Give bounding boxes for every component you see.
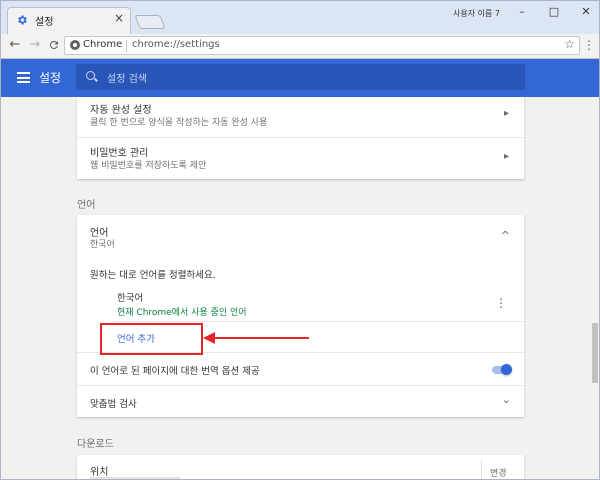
language-status: 현재 Chrome에서 사용 중인 언어 xyxy=(117,308,247,318)
spellcheck-row[interactable]: 맞춤법 검사 ⌄ xyxy=(77,386,524,417)
search-icon xyxy=(86,71,95,80)
bookmark-star-icon[interactable]: ☆ xyxy=(564,37,575,51)
row-title: 자동 완성 설정 xyxy=(90,105,152,116)
translate-offer-row: 이 언어로 된 페이지에 대한 번역 옵션 제공 xyxy=(77,353,524,385)
back-arrow-icon[interactable]: ← xyxy=(7,37,23,53)
tab-strip: 설정 × 사용자 이름 7 – □ ✕ xyxy=(1,1,599,34)
chrome-page-icon xyxy=(70,40,80,50)
chevron-up-icon[interactable]: ^ xyxy=(501,229,510,242)
search-placeholder: 설정 검색 xyxy=(107,74,147,85)
password-manage-row[interactable]: 비밀번호 관리 웹 비밀번호를 저장하도록 제안 ▸ xyxy=(77,138,524,179)
tab-close-icon[interactable]: × xyxy=(114,11,124,25)
language-order-hint: 원하는 대로 언어를 정렬하세요. xyxy=(90,270,216,281)
chevron-right-icon: ▸ xyxy=(503,151,509,162)
row-subtitle: 웹 비밀번호를 저장하도록 제안 xyxy=(90,161,207,171)
languages-current: 한국어 xyxy=(90,240,115,250)
language-item-korean: 한국어 현재 Chrome에서 사용 중인 언어 ⋮ xyxy=(77,287,524,321)
address-bar[interactable]: Chrome chrome://settings ☆ xyxy=(64,36,580,55)
more-actions-icon[interactable]: ⋮ xyxy=(495,297,507,309)
divider xyxy=(113,321,524,322)
address-chip: Chrome xyxy=(83,39,123,50)
change-location-button[interactable]: 변경 xyxy=(490,466,507,479)
languages-header-row[interactable]: 언어 한국어 ^ xyxy=(77,215,524,257)
tab-settings[interactable]: 설정 × xyxy=(7,7,131,34)
language-name: 한국어 xyxy=(117,293,144,304)
hamburger-menu-icon[interactable] xyxy=(17,72,30,83)
close-window-button[interactable]: ✕ xyxy=(571,3,599,21)
address-url[interactable]: chrome://settings xyxy=(132,39,220,50)
chevron-down-icon[interactable]: ⌄ xyxy=(502,393,511,406)
row-title: 비밀번호 관리 xyxy=(90,148,149,159)
annotation-arrow-line xyxy=(208,337,309,339)
row-subtitle: 클릭 한 번으로 양식을 작성하는 자동 완성 사용 xyxy=(90,118,268,128)
languages-card: 언어 한국어 ^ 원하는 대로 언어를 정렬하세요. 한국어 현재 Chrome… xyxy=(77,215,524,417)
settings-header: 설정 설정 검색 xyxy=(1,59,599,97)
section-label-languages: 언어 xyxy=(77,200,96,211)
browser-toolbar: ← → Chrome chrome://settings ☆ ⋮ xyxy=(1,34,599,59)
settings-search-input[interactable]: 설정 검색 xyxy=(76,64,525,90)
page-scrollbar[interactable] xyxy=(591,97,599,479)
new-tab-button[interactable] xyxy=(134,15,166,29)
address-separator xyxy=(126,40,127,52)
browser-menu-icon[interactable]: ⋮ xyxy=(583,37,595,53)
settings-content: 자동 완성 설정 클릭 한 번으로 양식을 작성하는 자동 완성 사용 ▸ 비밀… xyxy=(1,97,599,479)
toggle-knob[interactable] xyxy=(501,364,512,375)
divider xyxy=(481,460,482,479)
chevron-right-icon: ▸ xyxy=(503,108,509,119)
maximize-button[interactable]: □ xyxy=(539,3,569,21)
autofill-settings-row[interactable]: 자동 완성 설정 클릭 한 번으로 양식을 작성하는 자동 완성 사용 ▸ xyxy=(77,97,524,137)
page-title: 설정 xyxy=(39,71,62,85)
minimize-button[interactable]: – xyxy=(507,3,537,21)
download-location-title: 위치 xyxy=(90,467,109,478)
translate-offer-label: 이 언어로 된 페이지에 대한 번역 옵션 제공 xyxy=(90,366,260,377)
browser-window: 설정 × 사용자 이름 7 – □ ✕ ← → Chrome chrome://… xyxy=(0,0,600,480)
spellcheck-label: 맞춤법 검사 xyxy=(90,399,137,410)
downloads-card: 위치 변경 xyxy=(77,455,524,479)
scrollbar-thumb[interactable] xyxy=(592,323,598,383)
annotation-highlight-box xyxy=(100,323,203,355)
annotation-arrow-head xyxy=(203,332,215,344)
gear-icon xyxy=(18,15,27,25)
profile-name[interactable]: 사용자 이름 7 xyxy=(453,8,500,19)
autofill-card: 자동 완성 설정 클릭 한 번으로 양식을 작성하는 자동 완성 사용 ▸ 비밀… xyxy=(77,97,524,179)
section-label-downloads: 다운로드 xyxy=(77,439,114,450)
reload-icon[interactable] xyxy=(46,37,62,53)
forward-arrow-icon[interactable]: → xyxy=(27,37,43,53)
tab-title: 설정 xyxy=(35,17,54,28)
